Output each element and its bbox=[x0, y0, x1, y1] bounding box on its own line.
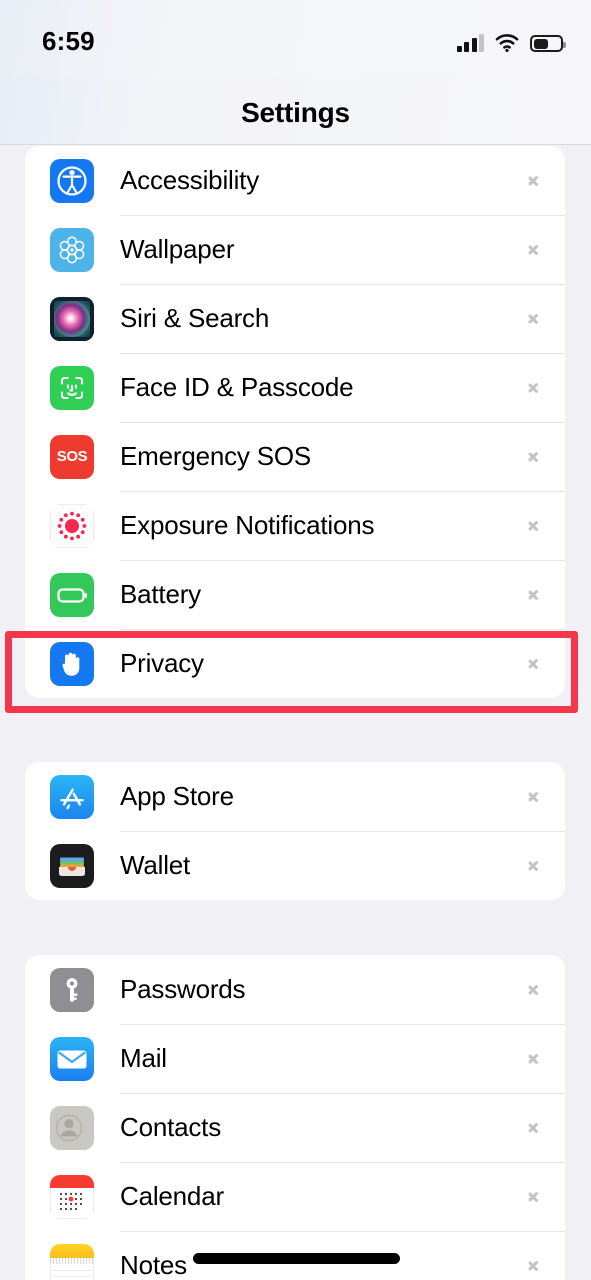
calendar-icon bbox=[50, 1174, 94, 1219]
wallpaper-icon bbox=[50, 227, 94, 272]
settings-list[interactable]: Accessibility Wallpaper Siri & Search Fa… bbox=[0, 146, 591, 1280]
sidebar-item-contacts[interactable]: Contacts bbox=[25, 1093, 565, 1162]
sidebar-item-app-store[interactable]: App Store bbox=[25, 762, 565, 831]
sidebar-item-exposure-notifications[interactable]: Exposure Notifications bbox=[25, 491, 565, 560]
sidebar-item-siri-and-search[interactable]: Siri & Search bbox=[25, 284, 565, 353]
emergency-sos-icon: SOS bbox=[50, 434, 94, 479]
chevron-right-icon bbox=[527, 516, 538, 535]
settings-group-3: Passwords Mail Contacts Calendar Notes bbox=[25, 955, 565, 1280]
iphone-settings-screen: 6:59 Settings Accessibility Wallpaper Si… bbox=[0, 0, 591, 1280]
chevron-right-icon bbox=[527, 787, 538, 806]
sidebar-item-accessibility[interactable]: Accessibility bbox=[25, 146, 565, 215]
chevron-right-icon bbox=[527, 309, 538, 328]
wifi-icon bbox=[495, 34, 519, 52]
notes-icon bbox=[50, 1243, 94, 1280]
chevron-right-icon bbox=[527, 1187, 538, 1206]
exposure-notifications-icon bbox=[50, 503, 94, 548]
sidebar-item-label: Exposure Notifications bbox=[120, 510, 375, 540]
chevron-right-icon bbox=[527, 856, 538, 875]
home-indicator[interactable] bbox=[193, 1253, 400, 1264]
app-store-icon bbox=[50, 774, 94, 819]
chevron-right-icon bbox=[527, 585, 538, 604]
sidebar-item-label: Calendar bbox=[120, 1181, 224, 1211]
chevron-right-icon bbox=[527, 240, 538, 259]
chevron-right-icon bbox=[527, 378, 538, 397]
sidebar-item-label: Battery bbox=[120, 579, 201, 609]
sidebar-item-passwords[interactable]: Passwords bbox=[25, 955, 565, 1024]
sidebar-item-label: Privacy bbox=[120, 648, 204, 678]
sidebar-item-label: Mail bbox=[120, 1043, 167, 1073]
sidebar-item-mail[interactable]: Mail bbox=[25, 1024, 565, 1093]
sidebar-item-label: App Store bbox=[120, 781, 234, 811]
cellular-signal-icon bbox=[456, 34, 484, 52]
sidebar-item-face-id-and-passcode[interactable]: Face ID & Passcode bbox=[25, 353, 565, 422]
privacy-icon bbox=[50, 641, 94, 686]
status-bar-time: 6:59 bbox=[42, 26, 95, 56]
page-title: Settings bbox=[241, 97, 350, 128]
chevron-right-icon bbox=[527, 980, 538, 999]
sidebar-item-label: Face ID & Passcode bbox=[120, 372, 354, 402]
passwords-icon bbox=[50, 967, 94, 1012]
sidebar-item-label: Passwords bbox=[120, 974, 246, 1004]
sidebar-item-label: Wallet bbox=[120, 850, 191, 880]
battery-icon bbox=[530, 35, 566, 52]
sidebar-item-battery[interactable]: Battery bbox=[25, 560, 565, 629]
face-id-icon bbox=[50, 365, 94, 410]
mail-icon bbox=[50, 1036, 94, 1081]
sidebar-item-calendar[interactable]: Calendar bbox=[25, 1162, 565, 1231]
settings-group-1: Accessibility Wallpaper Siri & Search Fa… bbox=[25, 146, 565, 698]
sidebar-item-label: Notes bbox=[120, 1250, 187, 1280]
sidebar-item-wallet[interactable]: Wallet bbox=[25, 831, 565, 900]
contacts-icon bbox=[50, 1105, 94, 1150]
chevron-right-icon bbox=[527, 1256, 538, 1275]
sidebar-item-privacy[interactable]: Privacy bbox=[25, 629, 565, 698]
sidebar-item-label: Siri & Search bbox=[120, 303, 270, 333]
chevron-right-icon bbox=[527, 171, 538, 190]
sidebar-item-label: Accessibility bbox=[120, 165, 259, 195]
settings-group-2: App Store Wallet bbox=[25, 762, 565, 900]
sidebar-item-label: Contacts bbox=[120, 1112, 222, 1142]
sidebar-item-wallpaper[interactable]: Wallpaper bbox=[25, 215, 565, 284]
status-bar-indicators bbox=[456, 28, 566, 52]
battery-settings-icon bbox=[50, 572, 94, 617]
sidebar-item-label: Wallpaper bbox=[120, 234, 235, 264]
sidebar-item-label: Emergency SOS bbox=[120, 441, 312, 471]
wallet-icon bbox=[50, 843, 94, 888]
chevron-right-icon bbox=[527, 1118, 538, 1137]
chevron-right-icon bbox=[527, 447, 538, 466]
chevron-right-icon bbox=[527, 654, 538, 673]
navigation-bar: Settings bbox=[0, 78, 591, 145]
status-bar: 6:59 bbox=[0, 0, 591, 78]
sidebar-item-emergency-sos[interactable]: SOS Emergency SOS bbox=[25, 422, 565, 491]
accessibility-icon bbox=[50, 158, 94, 203]
siri-icon bbox=[50, 296, 94, 341]
chevron-right-icon bbox=[527, 1049, 538, 1068]
